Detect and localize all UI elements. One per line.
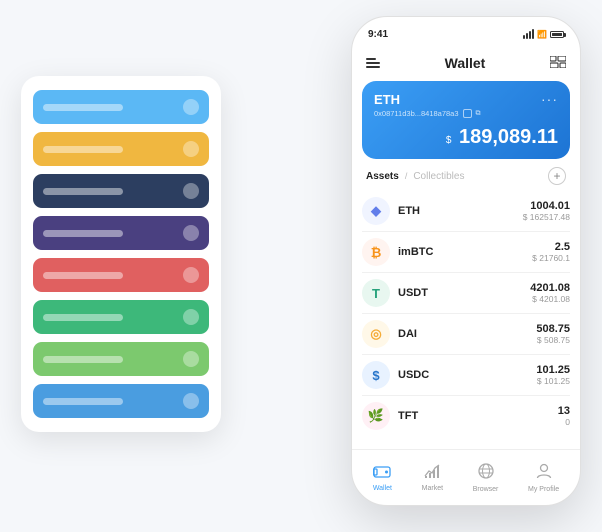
eth-menu-dots[interactable]: ··· (541, 91, 558, 107)
nav-profile[interactable]: My Profile (528, 463, 559, 493)
eth-card: ETH ··· 0x08711d3b...8418a78a3 ⧉ $ 189,0… (362, 81, 570, 159)
eth-balance: $ 189,089.11 (374, 126, 558, 149)
browser-nav-icon (478, 463, 494, 484)
add-asset-button[interactable]: + (548, 167, 566, 185)
wallet-nav-icon (373, 464, 391, 483)
assets-tabs: Assets / Collectibles (366, 171, 464, 182)
nav-market-label: Market (422, 485, 443, 492)
card-item (33, 132, 209, 166)
asset-list: ◆ ETH1004.01$ 162517.48 ₿ imBTC2.5$ 21760.1… (352, 191, 580, 449)
asset-icon: ◎ (362, 320, 390, 348)
asset-row[interactable]: 🌿 TFT130 (362, 396, 570, 436)
scene: 9:41 📶 Wallet (21, 16, 581, 516)
asset-amount-main: 508.75 (536, 323, 570, 335)
asset-amount-usd: $ 508.75 (536, 335, 570, 345)
asset-amounts: 508.75$ 508.75 (536, 323, 570, 345)
asset-amount-main: 4201.08 (530, 282, 570, 294)
signal-icon (523, 29, 534, 39)
card-item (33, 258, 209, 292)
nav-browser[interactable]: Browser (473, 463, 499, 493)
asset-row[interactable]: ₿ imBTC2.5$ 21760.1 (362, 232, 570, 273)
eth-address: 0x08711d3b...8418a78a3 ⧉ (374, 109, 558, 118)
asset-name: imBTC (398, 246, 532, 258)
asset-amounts: 4201.08$ 4201.08 (530, 282, 570, 304)
asset-amount-usd: $ 162517.48 (523, 212, 570, 222)
asset-row[interactable]: T USDT4201.08$ 4201.08 (362, 273, 570, 314)
status-time: 9:41 (368, 29, 388, 40)
card-item (33, 300, 209, 334)
tab-assets[interactable]: Assets (366, 171, 399, 182)
asset-name: TFT (398, 410, 558, 422)
card-item (33, 174, 209, 208)
eth-balance-currency: $ (446, 135, 452, 146)
phone: 9:41 📶 Wallet (351, 16, 581, 506)
asset-amounts: 130 (558, 405, 570, 427)
expand-icon[interactable] (550, 56, 566, 71)
profile-nav-icon (536, 463, 552, 484)
asset-amount-main: 101.25 (536, 364, 570, 376)
tab-separator: / (405, 171, 408, 181)
asset-amount-main: 1004.01 (523, 200, 570, 212)
asset-amounts: 2.5$ 21760.1 (532, 241, 570, 263)
status-icons: 📶 (523, 29, 564, 39)
wifi-icon: 📶 (537, 30, 547, 39)
asset-amount-usd: $ 4201.08 (530, 294, 570, 304)
eth-symbol: ETH (374, 92, 400, 107)
asset-icon: $ (362, 361, 390, 389)
nav-browser-label: Browser (473, 486, 499, 493)
asset-amount-usd: $ 21760.1 (532, 253, 570, 263)
asset-icon: 🌿 (362, 402, 390, 430)
asset-icon: ₿ (362, 238, 390, 266)
card-item (33, 90, 209, 124)
eth-card-top: ETH ··· (374, 91, 558, 107)
asset-row[interactable]: ◆ ETH1004.01$ 162517.48 (362, 191, 570, 232)
nav-wallet-label: Wallet (373, 485, 392, 492)
card-item (33, 216, 209, 250)
nav-wallet[interactable]: Wallet (373, 464, 392, 492)
asset-amounts: 1004.01$ 162517.48 (523, 200, 570, 222)
asset-amount-usd: $ 101.25 (536, 376, 570, 386)
bottom-nav: Wallet Market (352, 449, 580, 505)
asset-row[interactable]: $ USDC101.25$ 101.25 (362, 355, 570, 396)
asset-amount-usd: 0 (558, 417, 570, 427)
assets-header: Assets / Collectibles + (352, 167, 580, 191)
battery-icon (550, 31, 564, 38)
tab-collectibles[interactable]: Collectibles (413, 171, 464, 182)
card-item (33, 384, 209, 418)
asset-amounts: 101.25$ 101.25 (536, 364, 570, 386)
header-title: Wallet (445, 55, 486, 71)
nav-profile-label: My Profile (528, 486, 559, 493)
phone-header: Wallet (352, 45, 580, 81)
asset-row[interactable]: ◎ DAI508.75$ 508.75 (362, 314, 570, 355)
asset-amount-main: 2.5 (532, 241, 570, 253)
asset-name: USDT (398, 287, 530, 299)
market-nav-icon (424, 464, 440, 483)
asset-name: DAI (398, 328, 536, 340)
asset-icon: T (362, 279, 390, 307)
asset-name: ETH (398, 205, 523, 217)
copy-icon[interactable] (463, 109, 472, 118)
card-item (33, 342, 209, 376)
asset-icon: ◆ (362, 197, 390, 225)
status-bar: 9:41 📶 (352, 17, 580, 45)
asset-name: USDC (398, 369, 536, 381)
nav-market[interactable]: Market (422, 464, 443, 492)
menu-icon[interactable] (366, 58, 380, 68)
card-stack (21, 76, 221, 432)
asset-amount-main: 13 (558, 405, 570, 417)
